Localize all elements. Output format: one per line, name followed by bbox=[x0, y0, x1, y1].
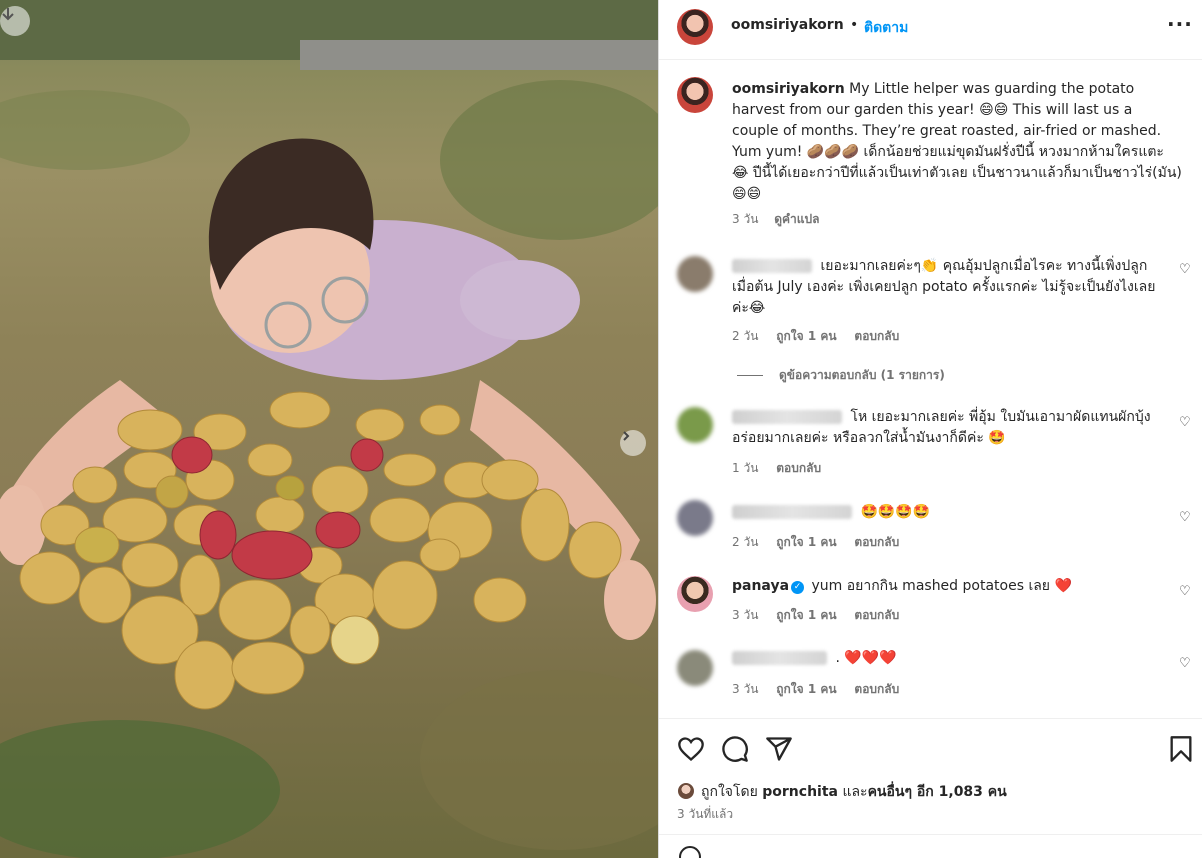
comment-meta: 3 วัน ถูกใจ 1 คน ตอบกลับ bbox=[732, 680, 913, 699]
replies-line bbox=[737, 375, 763, 376]
posted-time: 3 วันที่แล้ว bbox=[677, 807, 734, 821]
download-icon[interactable] bbox=[0, 6, 30, 36]
caption-text: My Little helper was guarding the potato… bbox=[732, 81, 1182, 202]
caption-age: 3 วัน bbox=[732, 212, 759, 226]
caption-username[interactable]: oomsiriyakorn bbox=[732, 81, 845, 97]
commenter-avatar[interactable] bbox=[677, 650, 713, 686]
comment-reply-button[interactable]: ตอบกลับ bbox=[854, 682, 899, 696]
post-caption: oomsiriyakorn My Little helper was guard… bbox=[732, 79, 1182, 205]
view-replies-button[interactable]: ดูข้อความตอบกลับ (1 รายการ) bbox=[737, 366, 945, 385]
view-replies-label: ดูข้อความตอบกลับ (1 รายการ) bbox=[779, 368, 945, 382]
post-photo[interactable] bbox=[0, 0, 658, 858]
photo-scene bbox=[0, 0, 658, 858]
comment-like-heart-icon[interactable]: ♡ bbox=[1179, 656, 1191, 671]
likes-and: และ bbox=[842, 784, 868, 800]
comment-text: yum อยากกิน mashed potatoes เลย ❤️ bbox=[811, 578, 1072, 594]
see-translation-button[interactable]: ดูคำแปล bbox=[774, 212, 819, 226]
verified-badge-icon: ✓ bbox=[791, 581, 805, 594]
commenter-username-blurred[interactable] bbox=[732, 259, 812, 273]
bookmark-icon[interactable] bbox=[1167, 735, 1195, 763]
commenter-username-blurred[interactable] bbox=[732, 505, 852, 519]
liker-username[interactable]: pornchita bbox=[762, 784, 838, 800]
likes-prefix: ถูกใจโดย bbox=[701, 784, 758, 800]
emoji-icon[interactable] bbox=[679, 846, 701, 858]
comment-age: 3 วัน bbox=[732, 608, 759, 622]
comment-like-heart-icon[interactable]: ♡ bbox=[1179, 415, 1191, 430]
share-icon[interactable] bbox=[765, 735, 793, 763]
post-panel: oomsiriyakorn • ติดตาม ··· oomsiriyakorn… bbox=[658, 0, 1202, 858]
commenter-avatar[interactable] bbox=[677, 256, 713, 292]
next-photo-chevron-icon[interactable] bbox=[620, 430, 646, 456]
comment-reply-button[interactable]: ตอบกลับ bbox=[854, 608, 899, 622]
heart-icon[interactable] bbox=[677, 735, 705, 763]
follow-button[interactable]: ติดตาม bbox=[864, 17, 908, 39]
comment-like-heart-icon[interactable]: ♡ bbox=[1179, 584, 1191, 599]
comment-divider bbox=[659, 834, 1202, 835]
comment-text: . ❤️❤️❤️ bbox=[835, 650, 897, 666]
separator-dot: • bbox=[850, 17, 859, 33]
commenter-username-blurred[interactable] bbox=[732, 651, 827, 665]
comment-meta: 1 วัน ตอบกลับ bbox=[732, 459, 835, 478]
comment-body: panaya ✓ yum อยากกิน mashed potatoes เลย … bbox=[732, 576, 1162, 597]
comment-likes[interactable]: ถูกใจ 1 คน bbox=[776, 608, 836, 622]
action-bar bbox=[659, 718, 1202, 778]
comment-icon[interactable] bbox=[721, 735, 749, 763]
comment-age: 1 วัน bbox=[732, 461, 759, 475]
comment-meta: 2 วัน ถูกใจ 1 คน ตอบกลับ bbox=[732, 533, 913, 552]
comment-body: . ❤️❤️❤️ bbox=[732, 648, 1162, 669]
comment-likes[interactable]: ถูกใจ 1 คน bbox=[776, 535, 836, 549]
comment-reply-button[interactable]: ตอบกลับ bbox=[854, 329, 899, 343]
comment-like-heart-icon[interactable]: ♡ bbox=[1179, 262, 1191, 277]
likes-others-link[interactable]: คนอื่นๆ อีก 1,083 คน bbox=[868, 784, 1007, 800]
commenter-avatar[interactable] bbox=[677, 407, 713, 443]
author-username[interactable]: oomsiriyakorn bbox=[731, 17, 844, 33]
more-horizontal-icon[interactable]: ··· bbox=[1167, 12, 1193, 36]
comment-age: 2 วัน bbox=[732, 535, 759, 549]
author-avatar[interactable] bbox=[677, 9, 713, 45]
comment-text: 🤩🤩🤩🤩 bbox=[860, 504, 931, 520]
comment-reply-button[interactable]: ตอบกลับ bbox=[854, 535, 899, 549]
post-header: oomsiriyakorn • ติดตาม ··· bbox=[659, 0, 1202, 60]
comment-reply-button[interactable]: ตอบกลับ bbox=[776, 461, 821, 475]
commenter-username-blurred[interactable] bbox=[732, 410, 842, 424]
comment-body: โห เยอะมากเลยค่ะ พี่อุ้ม ใบมันเอามาผัดแท… bbox=[732, 407, 1162, 449]
comment-age: 2 วัน bbox=[732, 329, 759, 343]
comment-likes[interactable]: ถูกใจ 1 คน bbox=[776, 682, 836, 696]
commenter-username[interactable]: panaya bbox=[732, 578, 789, 594]
comment-body: 🤩🤩🤩🤩 bbox=[732, 502, 1162, 523]
likes-summary: ถูกใจโดย pornchita และคนอื่นๆ อีก 1,083 … bbox=[677, 781, 1007, 803]
caption-meta: 3 วัน ดูคำแปล bbox=[732, 210, 831, 229]
comment-likes[interactable]: ถูกใจ 1 คน bbox=[776, 329, 836, 343]
comment-age: 3 วัน bbox=[732, 682, 759, 696]
commenter-avatar[interactable] bbox=[677, 500, 713, 536]
comment-meta: 3 วัน ถูกใจ 1 คน ตอบกลับ bbox=[732, 606, 913, 625]
caption-avatar[interactable] bbox=[677, 77, 713, 113]
comment-body: เยอะมากเลยค่ะๆ👏 คุณอุ้มปลูกเมื่อไรคะ ทาง… bbox=[732, 256, 1162, 319]
comment-meta: 2 วัน ถูกใจ 1 คน ตอบกลับ bbox=[732, 327, 913, 346]
liker-avatar bbox=[677, 782, 695, 800]
comment-like-heart-icon[interactable]: ♡ bbox=[1179, 510, 1191, 525]
commenter-avatar[interactable] bbox=[677, 576, 713, 612]
